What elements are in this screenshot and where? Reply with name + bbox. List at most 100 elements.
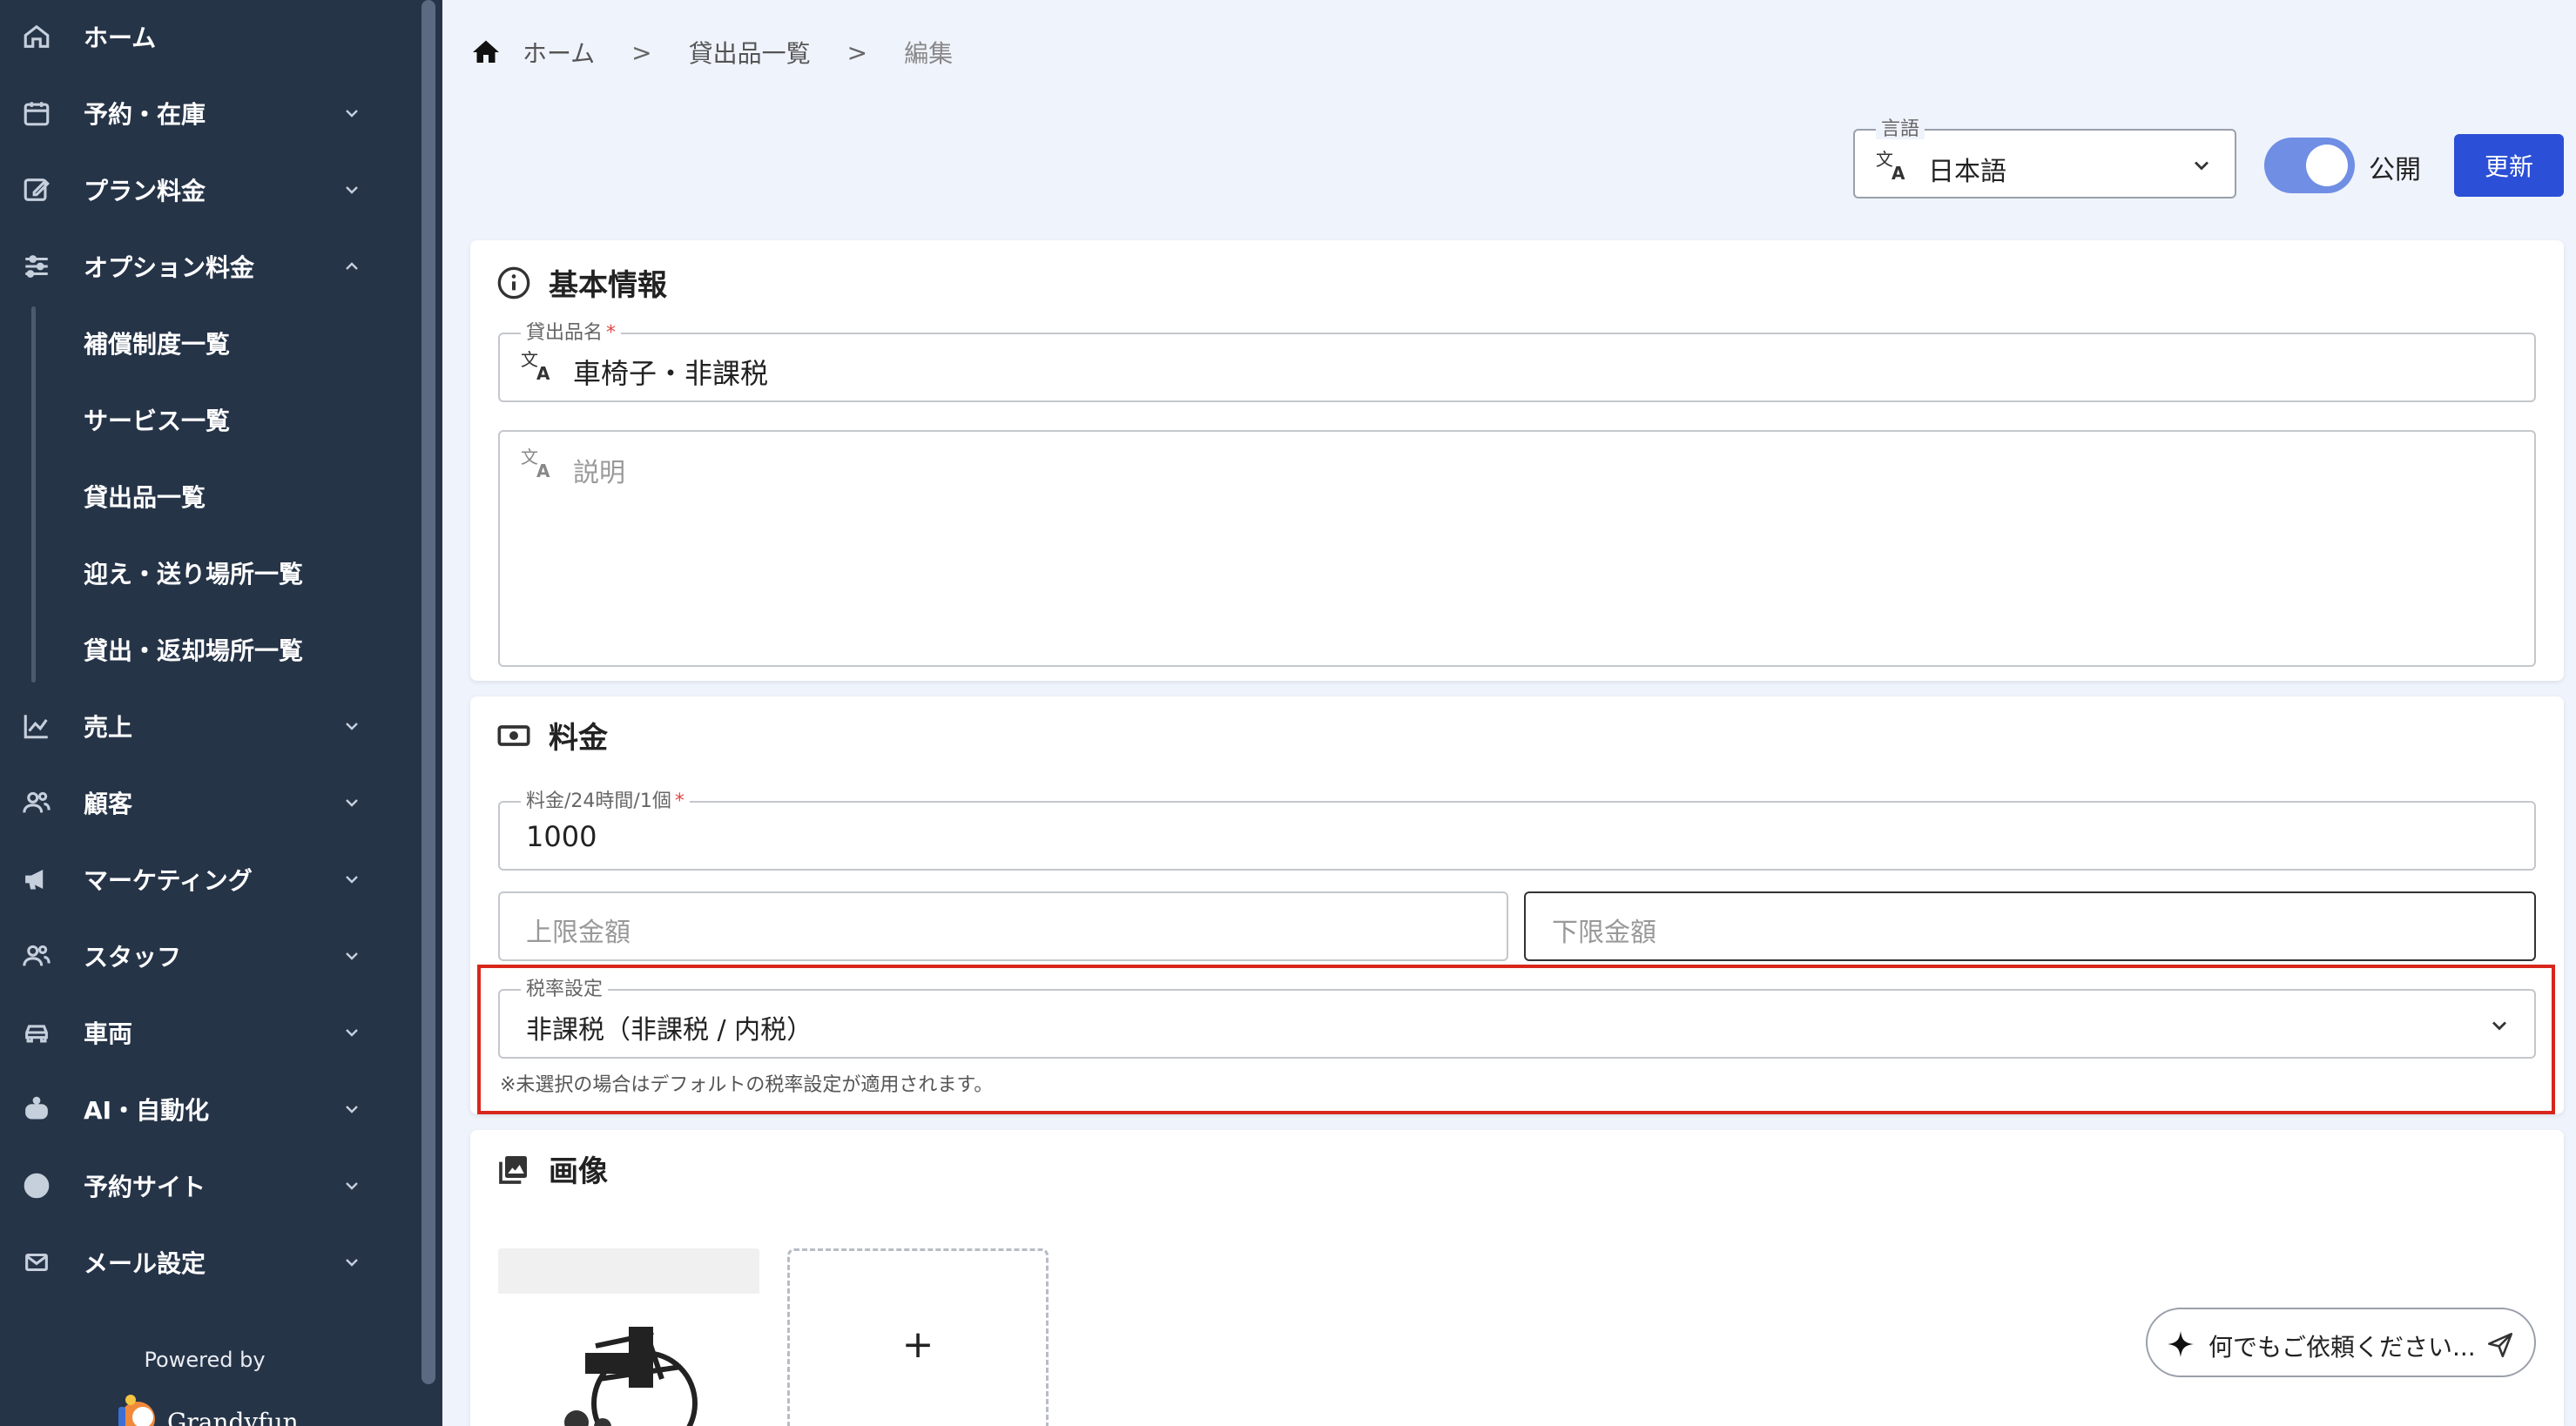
pricing-heading: 料金 xyxy=(496,714,608,757)
svg-text:文: 文 xyxy=(521,349,538,370)
edit-icon xyxy=(21,174,52,205)
chart-icon xyxy=(21,710,52,742)
sidebar-item-label: AI・自動化 xyxy=(84,1096,210,1125)
language-select[interactable]: 言語 文 A 日本語 xyxy=(1853,120,2236,198)
sidebar-item-reservations[interactable]: 予約・在庫 xyxy=(0,78,383,148)
globe-icon xyxy=(21,1170,52,1201)
toggle-knob xyxy=(2306,145,2348,186)
breadcrumb-separator: > xyxy=(846,37,868,67)
info-icon xyxy=(497,266,530,299)
sidebar-item-marketing[interactable]: マーケティング xyxy=(0,844,383,914)
svg-text:文: 文 xyxy=(521,447,538,467)
grandyfun-logo-icon xyxy=(118,1395,155,1426)
max-amount-placeholder: 上限金額 xyxy=(526,918,631,948)
sidebar-item-rental-items[interactable]: 貸出品一覧 xyxy=(0,461,383,531)
publish-toggle[interactable] xyxy=(2264,138,2355,193)
rental-item-name-field[interactable]: 貸出品名 * 文 A 車椅子・非課税 xyxy=(498,324,2536,402)
image-gallery-icon xyxy=(499,1155,527,1184)
tax-rate-select[interactable]: 税率設定 非課税（非課税 / 内税） xyxy=(498,980,2536,1059)
breadcrumb: ホーム > 貸出品一覧 > 編集 xyxy=(470,33,953,71)
basic-info-heading: 基本情報 xyxy=(496,261,667,304)
sidebar-item-booking-site[interactable]: 予約サイト xyxy=(0,1151,383,1221)
home-icon[interactable] xyxy=(470,37,502,68)
price-value: 1000 xyxy=(526,820,597,853)
chevron-up-icon xyxy=(341,256,362,277)
sidebar-item-sales[interactable]: 売上 xyxy=(0,691,383,761)
chevron-down-icon xyxy=(341,792,362,813)
tax-rate-label: 税率設定 xyxy=(521,980,609,999)
sidebar-item-vehicles[interactable]: 車両 xyxy=(0,998,383,1067)
ai-assistant-input[interactable]: 何でもご依頼ください... xyxy=(2146,1308,2536,1377)
sidebar-item-label: 顧客 xyxy=(84,790,133,818)
mail-icon xyxy=(21,1247,52,1278)
chevron-down-icon xyxy=(2195,161,2208,171)
max-amount-field[interactable]: 上限金額 xyxy=(498,891,1508,961)
breadcrumb-home[interactable]: ホーム xyxy=(523,35,595,70)
chevron-down-icon xyxy=(341,1099,362,1120)
translate-icon: 文 A xyxy=(521,447,550,481)
sidebar-item-rental-return-locations[interactable]: 貸出・返却場所一覧 xyxy=(0,615,383,684)
svg-text:A: A xyxy=(1892,163,1905,183)
money-icon xyxy=(497,724,530,746)
chevron-down-icon xyxy=(341,1022,362,1043)
sidebar-item-label: プラン料金 xyxy=(84,177,206,205)
powered-by: Powered by xyxy=(144,1348,266,1372)
send-icon[interactable] xyxy=(2485,1330,2515,1360)
sidebar-item-label: 予約・在庫 xyxy=(84,100,206,129)
rental-item-name-value: 車椅子・非課税 xyxy=(573,357,769,390)
min-amount-field[interactable]: 下限金額 xyxy=(1524,891,2536,961)
language-label: 言語 xyxy=(1876,120,1925,139)
add-image-button[interactable]: + xyxy=(787,1248,1049,1426)
sidebar-item-home[interactable]: ホーム xyxy=(0,2,383,71)
sidebar-item-label: 迎え・送り場所一覧 xyxy=(84,560,304,589)
sidebar-item-label: 貸出品一覧 xyxy=(84,483,206,512)
translate-icon: 文 A xyxy=(521,349,550,383)
chevron-down-icon xyxy=(341,103,362,124)
pricing-card: 料金 料金/24時間/1個 * 1000 上限金額 下限金額 税率設定 非課税（非… xyxy=(470,696,2564,1114)
sidebar-item-label: メール設定 xyxy=(84,1249,206,1278)
sidebar-scrollbar[interactable] xyxy=(421,0,435,1384)
brand-name: Grandyfun xyxy=(167,1407,299,1426)
tax-rate-helper: ※未選択の場合はデフォルトの税率設定が適用されます。 xyxy=(500,1074,994,1096)
chevron-down-icon xyxy=(341,716,362,737)
sidebar-item-email-settings[interactable]: メール設定 xyxy=(0,1228,383,1297)
chevron-down-icon xyxy=(341,869,362,890)
sparkle-icon xyxy=(2168,1331,2194,1357)
sidebar-item-label: 予約サイト xyxy=(84,1173,206,1201)
svg-text:A: A xyxy=(536,363,550,383)
sidebar-item-compensation[interactable]: 補償制度一覧 xyxy=(0,308,383,378)
description-field[interactable]: 文 A 説明 xyxy=(498,430,2536,667)
sidebar-item-plan-pricing[interactable]: プラン料金 xyxy=(0,155,383,225)
images-title: 画像 xyxy=(549,1154,608,1189)
svg-text:A: A xyxy=(536,461,550,481)
sidebar-item-customers[interactable]: 顧客 xyxy=(0,768,383,837)
price-field[interactable]: 料金/24時間/1個 * 1000 xyxy=(498,792,2536,871)
sidebar-item-label: サービス一覧 xyxy=(84,407,231,435)
translate-icon: 文 A xyxy=(1876,149,1905,183)
description-placeholder: 説明 xyxy=(573,458,625,488)
sidebar-item-label: 売上 xyxy=(84,713,133,742)
pricing-title: 料金 xyxy=(549,721,608,756)
robot-icon xyxy=(21,1093,52,1125)
sidebar-item-ai-automation[interactable]: AI・自動化 xyxy=(0,1074,383,1144)
sidebar-item-staff[interactable]: スタッフ xyxy=(0,921,383,991)
sidebar-item-label: 貸出・返却場所一覧 xyxy=(84,636,304,665)
breadcrumb-rental-items[interactable]: 貸出品一覧 xyxy=(689,35,811,70)
megaphone-icon xyxy=(21,864,52,895)
sidebar-item-label: オプション料金 xyxy=(84,253,255,282)
update-button[interactable]: 更新 xyxy=(2454,134,2564,197)
home-icon xyxy=(21,21,52,52)
wheelchair-image[interactable] xyxy=(498,1248,759,1426)
sidebar-item-option-pricing[interactable]: オプション料金 xyxy=(0,232,383,301)
brand-logo: Grandyfun xyxy=(111,1389,299,1426)
sidebar-item-pickup-locations[interactable]: 迎え・送り場所一覧 xyxy=(0,538,383,608)
sidebar-item-label: スタッフ xyxy=(84,943,182,972)
language-value: 日本語 xyxy=(1928,157,2006,187)
min-amount-placeholder: 下限金額 xyxy=(1552,918,1656,948)
sidebar-item-services[interactable]: サービス一覧 xyxy=(0,385,383,454)
breadcrumb-current: 編集 xyxy=(904,39,954,68)
sliders-icon xyxy=(21,251,52,282)
calendar-icon xyxy=(21,98,52,129)
images-heading: 画像 xyxy=(496,1147,608,1190)
breadcrumb-separator: > xyxy=(631,37,652,67)
